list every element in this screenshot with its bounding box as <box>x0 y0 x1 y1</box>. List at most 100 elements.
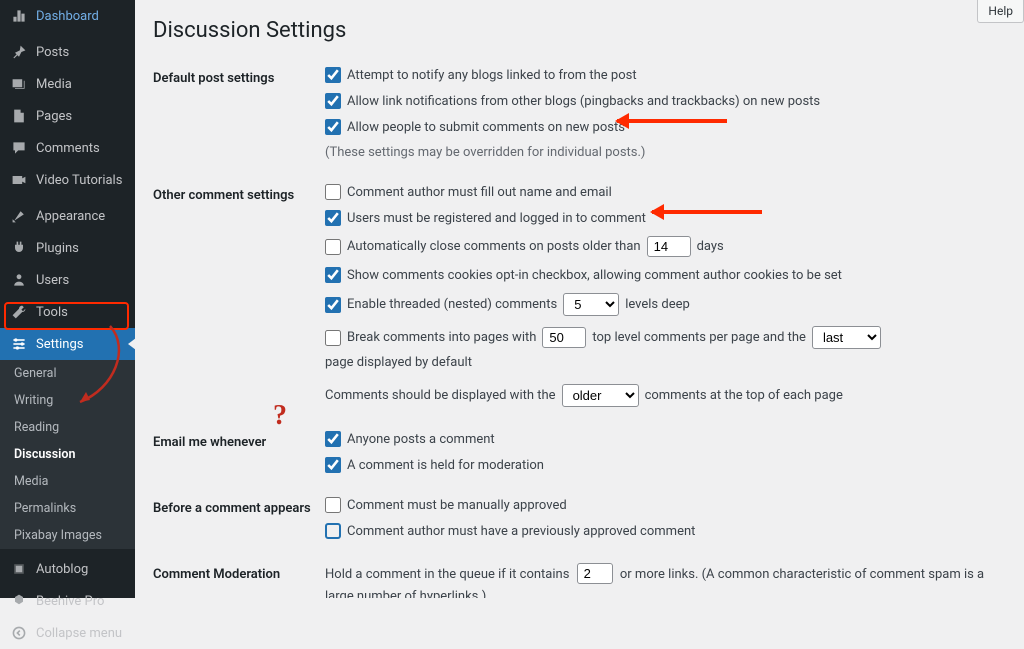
sidebar-label: Settings <box>36 337 83 352</box>
checkbox-label: Attempt to notify any blogs linked to fr… <box>347 68 637 83</box>
sidebar-item-tools[interactable]: Tools <box>0 296 135 328</box>
checkbox-threaded-comments[interactable] <box>325 297 341 313</box>
checkbox-break-pages[interactable] <box>325 330 341 346</box>
section-heading: Comment Moderation <box>153 563 325 582</box>
select-comment-order[interactable]: older <box>562 384 639 407</box>
page-icon <box>10 107 28 125</box>
section-heading: Default post settings <box>153 67 325 86</box>
select-thread-depth[interactable]: 5 <box>563 293 619 316</box>
sidebar-label: Video Tutorials <box>36 173 122 188</box>
users-icon <box>10 271 28 289</box>
checkbox-label: Enable threaded (nested) comments <box>347 297 557 312</box>
checkbox-allow-pingbacks[interactable] <box>325 93 341 109</box>
inline-text: Hold a comment in the queue if it contai… <box>325 567 569 582</box>
sidebar-item-appearance[interactable]: Appearance <box>0 200 135 232</box>
checkbox-label: Comment must be manually approved <box>347 498 567 513</box>
dashboard-icon <box>10 7 28 25</box>
submenu-item-permalinks[interactable]: Permalinks <box>0 495 135 522</box>
sidebar-item-settings[interactable]: Settings <box>0 328 135 360</box>
section-default-post-settings: Default post settings Attempt to notify … <box>153 61 1006 178</box>
sidebar-item-pages[interactable]: Pages <box>0 100 135 132</box>
checkbox-label: Allow link notifications from other blog… <box>347 94 820 109</box>
tools-icon <box>10 303 28 321</box>
checkbox-label: Automatically close comments on posts ol… <box>347 239 641 254</box>
help-tab[interactable]: Help <box>977 0 1024 23</box>
checkbox-label: Comment author must fill out name and em… <box>347 185 612 200</box>
sidebar-label: Tools <box>36 305 68 320</box>
section-comment-moderation: Comment Moderation Hold a comment in the… <box>153 557 1006 598</box>
video-icon <box>10 171 28 189</box>
inline-text: top level comments per page and the <box>592 330 806 345</box>
sidebar-label: Autoblog <box>36 562 88 577</box>
input-close-days[interactable] <box>647 236 691 257</box>
sidebar-label: Pages <box>36 109 72 124</box>
sidebar-label: Dashboard <box>36 9 99 24</box>
select-default-page[interactable]: last <box>812 326 881 349</box>
collapse-icon <box>10 624 28 642</box>
checkbox-label: Allow people to submit comments on new p… <box>347 120 625 135</box>
sidebar-label: Collapse menu <box>36 626 122 641</box>
section-heading: Email me whenever <box>153 431 325 450</box>
inline-text: comments at the top of each page <box>645 388 843 403</box>
section-email-me-whenever: Email me whenever Anyone posts a comment… <box>153 425 1006 491</box>
main-content: Help Discussion Settings Default post se… <box>135 0 1024 598</box>
sidebar-item-beehive[interactable]: Beehive Pro <box>0 585 135 617</box>
sidebar-label: Plugins <box>36 241 79 256</box>
input-comments-per-page[interactable] <box>542 327 586 348</box>
checkbox-anyone-posts[interactable] <box>325 431 341 447</box>
checkbox-label: Comment author must have a previously ap… <box>347 524 695 539</box>
checkbox-label: A comment is held for moderation <box>347 458 544 473</box>
autoblog-icon <box>10 560 28 578</box>
inline-text: days <box>697 239 724 254</box>
submenu-item-media[interactable]: Media <box>0 468 135 495</box>
pin-icon <box>10 43 28 61</box>
submenu-item-writing[interactable]: Writing <box>0 387 135 414</box>
sidebar-label: Appearance <box>36 209 105 224</box>
sidebar-label: Media <box>36 77 72 92</box>
beehive-icon <box>10 592 28 610</box>
checkbox-author-name-email[interactable] <box>325 184 341 200</box>
checkbox-previously-approved[interactable] <box>325 523 341 539</box>
submenu-item-discussion[interactable]: Discussion <box>0 441 135 468</box>
checkbox-auto-close[interactable] <box>325 239 341 255</box>
sidebar-item-plugins[interactable]: Plugins <box>0 232 135 264</box>
inline-text: page displayed by default <box>325 355 472 370</box>
sidebar-collapse[interactable]: Collapse menu <box>0 617 135 649</box>
checkbox-label: Anyone posts a comment <box>347 432 495 447</box>
checkbox-manual-approve[interactable] <box>325 497 341 513</box>
section-heading: Before a comment appears <box>153 497 325 516</box>
checkbox-label: Users must be registered and logged in t… <box>347 211 646 226</box>
settings-icon <box>10 335 28 353</box>
sidebar-item-posts[interactable]: Posts <box>0 36 135 68</box>
section-other-comment-settings: Other comment settings Comment author mu… <box>153 178 1006 425</box>
sidebar-item-comments[interactable]: Comments <box>0 132 135 164</box>
sidebar-item-video-tutorials[interactable]: Video Tutorials <box>0 164 135 196</box>
sidebar-item-dashboard[interactable]: Dashboard <box>0 0 135 32</box>
inline-text: levels deep <box>625 297 690 312</box>
checkbox-users-registered[interactable] <box>325 210 341 226</box>
sidebar-label: Posts <box>36 45 69 60</box>
checkbox-notify-linked-blogs[interactable] <box>325 67 341 83</box>
settings-submenu: General Writing Reading Discussion Media… <box>0 360 135 549</box>
checkbox-label: Break comments into pages with <box>347 330 536 345</box>
sidebar-label: Users <box>36 273 69 288</box>
settings-hint: (These settings may be overridden for in… <box>325 145 645 160</box>
checkbox-allow-comments[interactable] <box>325 119 341 135</box>
input-moderation-links[interactable] <box>577 563 613 584</box>
submenu-item-pixabay[interactable]: Pixabay Images <box>0 522 135 549</box>
submenu-item-reading[interactable]: Reading <box>0 414 135 441</box>
checkbox-cookies-optin[interactable] <box>325 267 341 283</box>
sidebar-item-autoblog[interactable]: Autoblog <box>0 553 135 585</box>
sidebar-label: Beehive Pro <box>36 594 104 609</box>
plugins-icon <box>10 239 28 257</box>
sidebar-item-media[interactable]: Media <box>0 68 135 100</box>
comments-icon <box>10 139 28 157</box>
media-icon <box>10 75 28 93</box>
inline-text: Comments should be displayed with the <box>325 388 556 403</box>
sidebar-item-users[interactable]: Users <box>0 264 135 296</box>
checkbox-held-moderation[interactable] <box>325 457 341 473</box>
sidebar-label: Comments <box>36 141 100 156</box>
admin-sidebar: Dashboard Posts Media Pages Comments Vid… <box>0 0 135 598</box>
submenu-item-general[interactable]: General <box>0 360 135 387</box>
appearance-icon <box>10 207 28 225</box>
